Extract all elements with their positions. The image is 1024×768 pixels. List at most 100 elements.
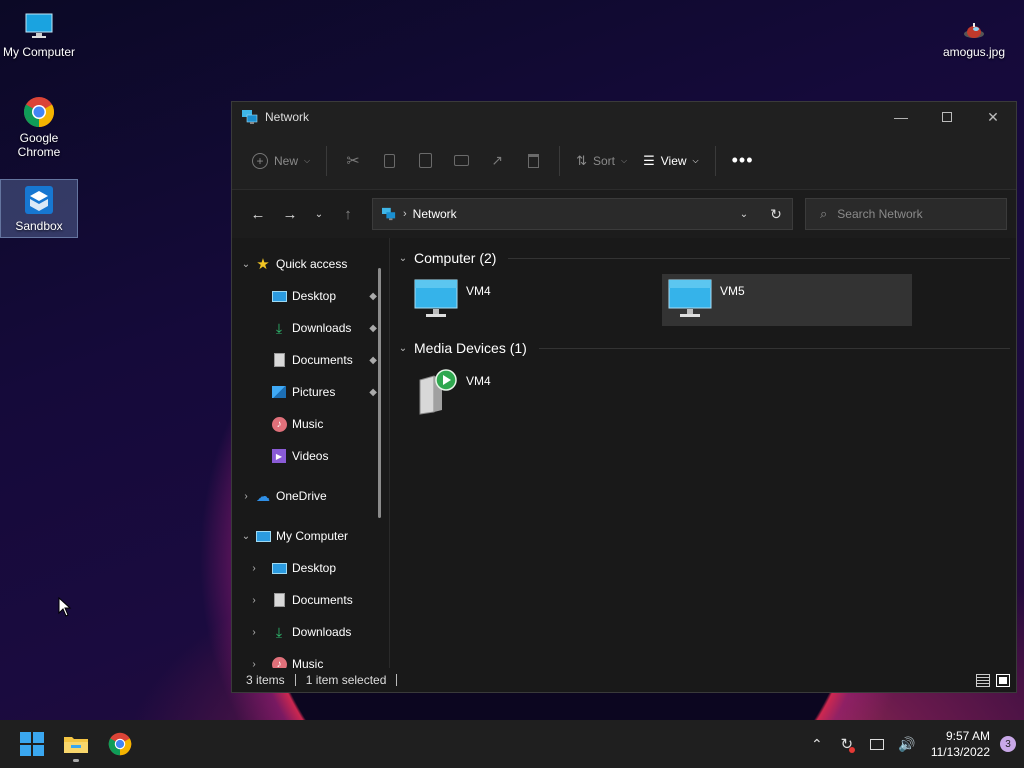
pin-icon: ◆	[369, 354, 377, 366]
recent-locations-button[interactable]: ⌄	[306, 198, 332, 230]
notification-badge[interactable]: 3	[1000, 736, 1016, 752]
start-button[interactable]	[10, 724, 54, 764]
nav-item-my-computer[interactable]: ⌄ My Computer	[232, 520, 389, 552]
close-button[interactable]: ✕	[970, 102, 1016, 132]
share-button[interactable]: ↗	[479, 147, 515, 175]
chevron-down-icon: ⌄	[398, 342, 408, 354]
nav-item-label: Music	[292, 657, 324, 668]
rename-button[interactable]	[443, 147, 479, 175]
system-tray: ⌃ ↻ 🔊 9:57 AM 11/13/2022 3	[805, 728, 1024, 760]
delete-button[interactable]	[515, 147, 551, 175]
maximize-icon	[942, 112, 952, 122]
details-view-icon[interactable]	[976, 673, 990, 687]
mouse-cursor-icon	[58, 597, 72, 617]
forward-button[interactable]: →	[274, 198, 306, 230]
search-input[interactable]	[837, 207, 988, 221]
document-icon	[270, 592, 288, 608]
nav-item-qa-videos[interactable]: ▶ Videos	[232, 440, 389, 472]
new-button[interactable]: + New ⌵	[244, 147, 318, 175]
computer-tile-vm5[interactable]: VM5	[662, 274, 912, 326]
nav-item-qa-desktop[interactable]: Desktop ◆	[232, 280, 389, 312]
nav-item-quick-access[interactable]: ⌄ ★ Quick access	[232, 248, 389, 280]
view-button[interactable]: ☰ View ⌵	[635, 147, 707, 175]
monitor-icon	[414, 279, 458, 317]
address-history-button[interactable]: ⌄	[728, 198, 760, 230]
clock-time: 9:57 AM	[945, 729, 990, 743]
desktop-icon-sandbox[interactable]: Sandbox	[0, 179, 78, 238]
network-icon	[382, 207, 396, 221]
address-bar[interactable]: › Network ⌄ ↻	[372, 198, 793, 230]
nav-item-mc-downloads[interactable]: › ⤓ Downloads	[232, 616, 389, 648]
group-header-computer[interactable]: ⌄ Computer (2)	[396, 246, 1010, 270]
nav-pane-scrollbar[interactable]	[378, 268, 381, 518]
nav-item-qa-documents[interactable]: Documents ◆	[232, 344, 389, 376]
navigation-pane[interactable]: ⌄ ★ Quick access Desktop ◆ ⤓ Downloads ◆…	[232, 238, 390, 668]
music-icon: ♪	[270, 416, 288, 432]
sort-button[interactable]: ⇅ Sort ⌵	[568, 147, 635, 175]
nav-item-qa-downloads[interactable]: ⤓ Downloads ◆	[232, 312, 389, 344]
tiles-view-icon[interactable]	[996, 673, 1010, 687]
nav-item-qa-music[interactable]: ♪ Music	[232, 408, 389, 440]
sync-status-button[interactable]: ↻	[835, 732, 859, 756]
nav-item-mc-desktop[interactable]: › Desktop	[232, 552, 389, 584]
desktop-icon-amogus-jpg[interactable]: amogus.jpg	[935, 6, 1013, 63]
close-icon: ✕	[987, 108, 999, 125]
desktop-icon-google-chrome[interactable]: Google Chrome	[0, 92, 78, 163]
desktop-folder-icon	[270, 288, 288, 304]
maximize-button[interactable]	[924, 102, 970, 132]
nav-item-label: Desktop	[292, 561, 337, 575]
address-row: ← → ⌄ ↑ › Network ⌄ ↻ ⌕	[232, 190, 1016, 238]
group-title: Computer (2)	[414, 250, 497, 266]
paste-button[interactable]	[407, 147, 443, 175]
copy-button[interactable]	[371, 147, 407, 175]
group-divider	[508, 257, 1010, 259]
taskbar-chrome[interactable]	[98, 724, 142, 764]
nav-item-label: Pictures	[292, 385, 336, 399]
minimize-button[interactable]: —	[878, 102, 924, 132]
toolbar-separator	[714, 145, 716, 176]
chevron-down-icon: ⌵	[692, 155, 699, 165]
monitor-icon	[668, 279, 712, 317]
back-button[interactable]: ←	[242, 198, 274, 230]
nav-item-qa-pictures[interactable]: Pictures ◆	[232, 376, 389, 408]
breadcrumb-separator-icon: ›	[403, 208, 407, 220]
copy-icon	[383, 153, 395, 168]
show-hidden-icons-button[interactable]: ⌃	[805, 732, 829, 756]
arrow-right-icon: →	[282, 205, 298, 223]
cloud-icon: ☁	[256, 487, 270, 504]
minimize-icon: —	[894, 109, 908, 125]
media-device-tile-vm4[interactable]: VM4	[408, 364, 658, 416]
cut-button[interactable]: ✂	[335, 147, 371, 175]
tile-name: VM4	[466, 284, 491, 298]
chevron-down-icon: ⌄	[739, 208, 749, 220]
plus-circle-icon: +	[252, 152, 268, 169]
search-icon: ⌕	[820, 206, 828, 221]
more-options-button[interactable]: •••	[724, 144, 762, 177]
taskbar-file-explorer[interactable]	[54, 724, 98, 764]
arrow-up-icon: ↑	[344, 205, 352, 223]
nav-item-label: OneDrive	[276, 489, 327, 503]
new-label: New	[274, 153, 299, 168]
desktop-icon-my-computer[interactable]: My Computer	[0, 6, 78, 63]
file-explorer-window[interactable]: Network — ✕ + New ⌵ ✂ ↗ ⇅ Sort ⌵ ☰ View …	[231, 101, 1017, 693]
refresh-button[interactable]: ↻	[760, 198, 792, 230]
nav-item-mc-documents[interactable]: › Documents	[232, 584, 389, 616]
nav-item-mc-music[interactable]: › ♪ Music	[232, 648, 389, 668]
title-bar[interactable]: Network — ✕	[232, 102, 1016, 132]
file-list-area[interactable]: ⌄ Computer (2) VM4 VM5 ⌄ Media Devices (…	[390, 238, 1016, 668]
clock-date: 11/13/2022	[930, 745, 990, 759]
command-bar: + New ⌵ ✂ ↗ ⇅ Sort ⌵ ☰ View ⌵ •••	[232, 132, 1016, 190]
group-header-media-devices[interactable]: ⌄ Media Devices (1)	[396, 336, 1010, 360]
breadcrumb-network[interactable]: Network	[413, 207, 457, 221]
volume-button[interactable]: 🔊	[895, 732, 919, 756]
nav-item-label: Videos	[292, 449, 329, 463]
paste-icon	[418, 153, 432, 168]
search-box[interactable]: ⌕	[805, 198, 1007, 230]
item-count: 3 items	[246, 673, 285, 687]
network-status-button[interactable]	[865, 732, 889, 756]
chevron-down-icon: ⌄	[241, 258, 251, 270]
clock[interactable]: 9:57 AM 11/13/2022	[931, 728, 990, 760]
nav-item-onedrive[interactable]: › ☁ OneDrive	[232, 480, 389, 512]
up-button[interactable]: ↑	[332, 198, 364, 230]
computer-tile-vm4[interactable]: VM4	[408, 274, 658, 326]
